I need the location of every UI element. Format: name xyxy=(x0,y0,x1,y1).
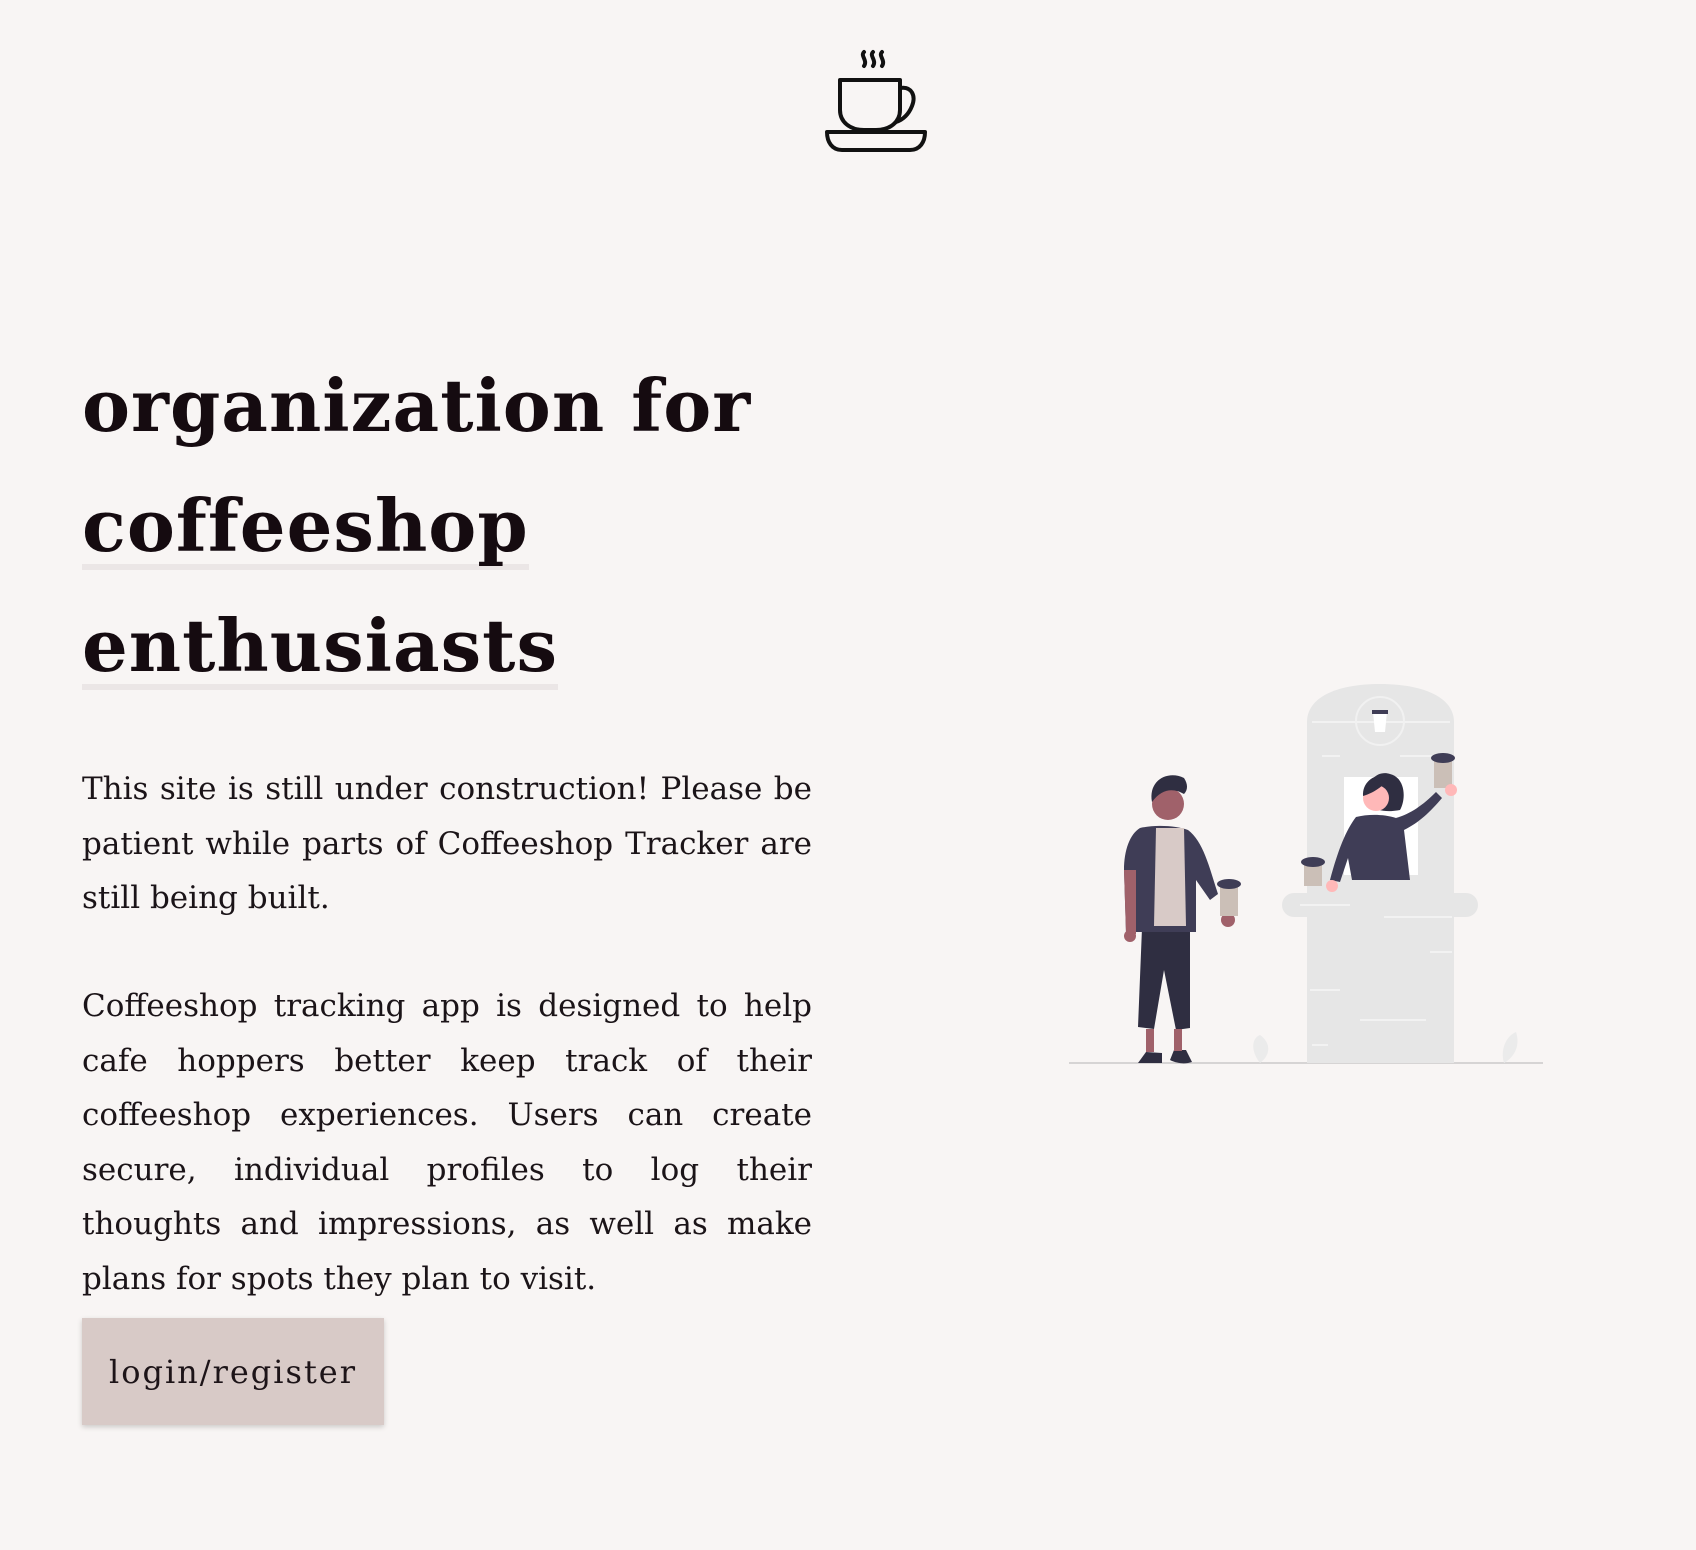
login-register-button[interactable]: login/register xyxy=(82,1318,384,1425)
page-title: organization for coffeeshop enthusiasts xyxy=(82,346,751,706)
app-description: Coffeeshop tracking app is designed to h… xyxy=(82,988,812,1297)
coffee-cup-icon xyxy=(825,50,927,152)
title-line-2: coffeeshop xyxy=(82,483,529,570)
title-line-1: organization for xyxy=(82,363,752,448)
title-line-3: enthusiasts xyxy=(82,603,558,690)
construction-notice: This site is still under construction! P… xyxy=(82,771,812,916)
coffee-shop-illustration xyxy=(1069,684,1543,1064)
